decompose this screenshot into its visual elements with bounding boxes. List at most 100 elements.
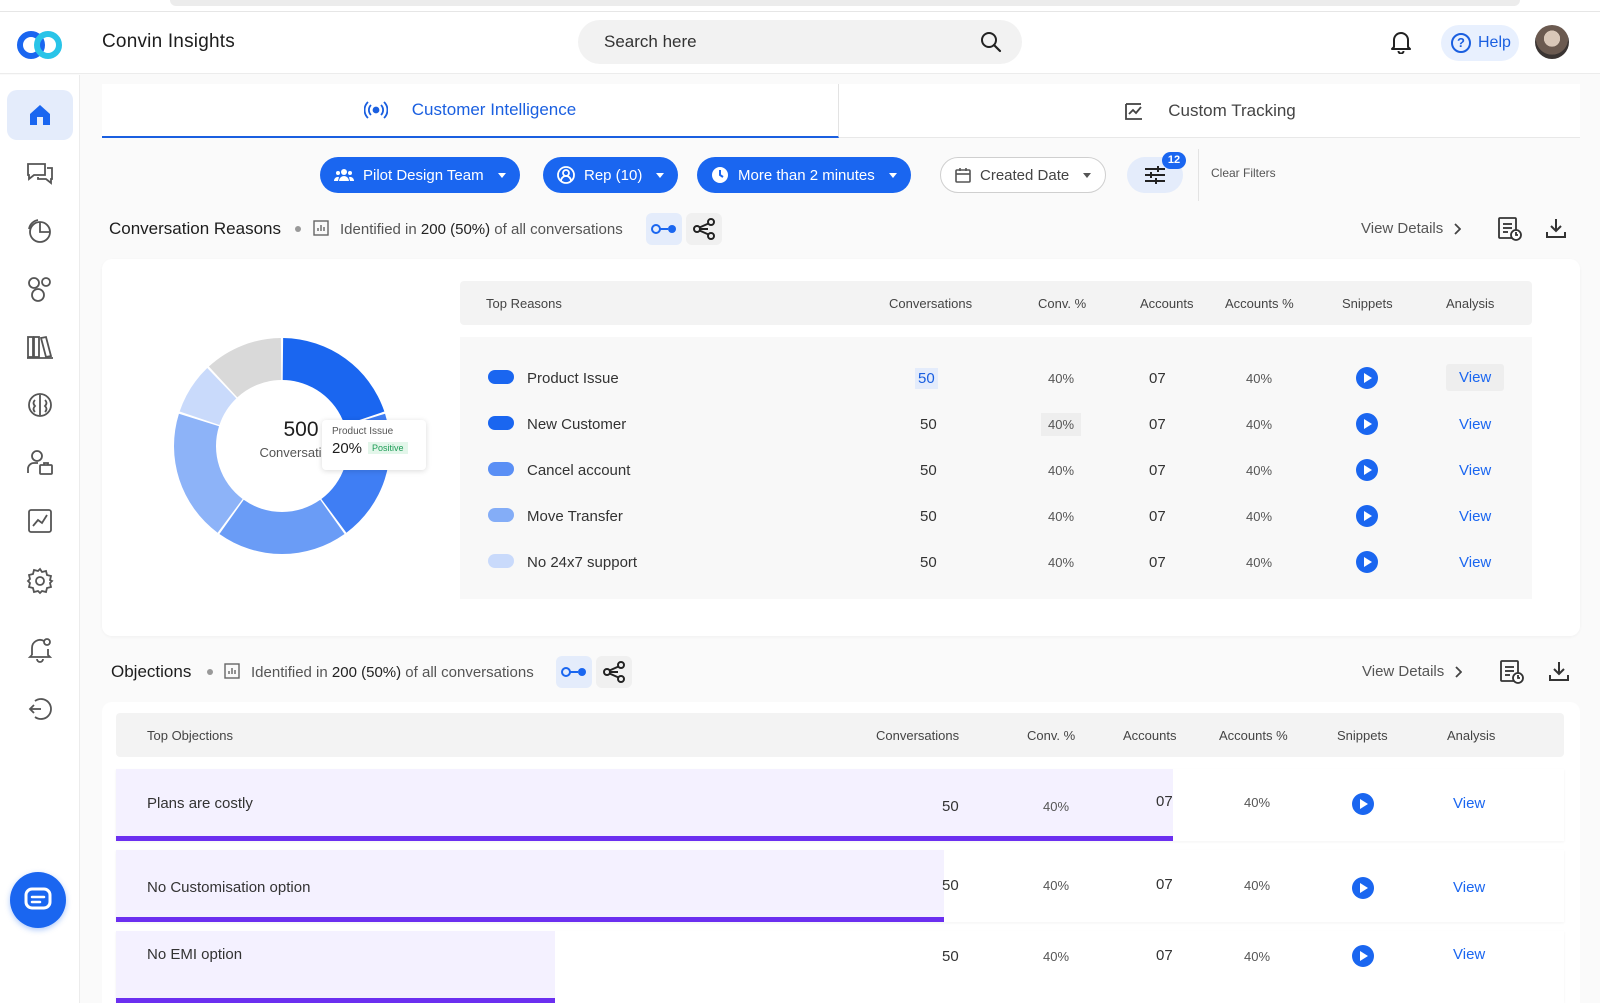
view-analysis-link[interactable]: View: [1459, 462, 1491, 479]
table-row[interactable]: Move Transfer 50 40% 07 40% View: [460, 502, 1532, 530]
view-analysis-link[interactable]: View: [1446, 364, 1505, 391]
play-snippet-icon[interactable]: [1352, 877, 1374, 899]
col-accounts[interactable]: Accounts: [1123, 728, 1176, 743]
play-snippet-icon[interactable]: [1356, 367, 1378, 389]
rep-filter[interactable]: Rep (10): [543, 157, 679, 193]
table-row[interactable]: No 24x7 support 50 40% 07 40% View: [460, 548, 1532, 576]
view-analysis-link[interactable]: View: [1459, 554, 1491, 571]
help-button[interactable]: ? Help: [1441, 25, 1519, 61]
sidebar-item-team[interactable]: [7, 438, 73, 488]
view-analysis-link[interactable]: View: [1459, 416, 1491, 433]
sentiment-badge: Positive: [368, 442, 408, 454]
play-snippet-icon[interactable]: [1356, 551, 1378, 573]
view-analysis-link[interactable]: View: [1453, 879, 1485, 896]
conversations-count[interactable]: 50: [942, 948, 959, 965]
conv-pct: 40%: [1043, 799, 1070, 814]
conversations-count[interactable]: 50: [920, 416, 937, 433]
conversations-count[interactable]: 50: [942, 798, 959, 815]
team-filter-label: Pilot Design Team: [363, 166, 484, 184]
tab-customer-intelligence[interactable]: Customer Intelligence: [102, 84, 839, 138]
view-analysis-link[interactable]: View: [1453, 795, 1485, 812]
col-conv-pct[interactable]: Conv. %: [1038, 296, 1086, 311]
play-snippet-icon[interactable]: [1352, 945, 1374, 967]
search-bar[interactable]: [578, 20, 1022, 64]
accounts-count: 07: [1156, 876, 1173, 893]
view-details-link[interactable]: View Details: [1362, 663, 1463, 680]
sidebar-item-settings[interactable]: [7, 556, 73, 606]
home-icon: [30, 105, 50, 125]
search-input[interactable]: [604, 20, 964, 64]
share-nodes-icon: [603, 661, 625, 683]
graph-view-toggle[interactable]: [686, 213, 722, 245]
bubbles-icon: [28, 277, 51, 302]
col-accounts-pct[interactable]: Accounts %: [1225, 296, 1294, 311]
stats-icon: [224, 663, 240, 684]
table-row[interactable]: Plans are costly 50 40% 07 40% View: [116, 769, 1564, 841]
conv-pct: 40%: [1048, 463, 1075, 478]
accounts-pct: 40%: [1246, 371, 1273, 386]
identified-count: 200 (50%): [420, 221, 491, 238]
date-filter-label: Created Date: [980, 166, 1070, 184]
play-snippet-icon[interactable]: [1356, 413, 1378, 435]
table-row[interactable]: Product Issue 50 40% 07 40% View: [460, 364, 1532, 392]
reasons-table-header: Top Reasons Conversations Conv. % Accoun…: [460, 281, 1532, 325]
donut-slice-cancel-account[interactable]: [219, 499, 345, 554]
donut-slice-move-transfer[interactable]: [174, 413, 243, 533]
conversations-count[interactable]: 50: [942, 877, 959, 894]
clear-filters-link[interactable]: Clear Filters: [1211, 166, 1276, 180]
col-accounts[interactable]: Accounts: [1140, 296, 1193, 311]
tooltip-value: 20%: [332, 440, 363, 457]
convin-logo[interactable]: [16, 30, 66, 60]
table-row[interactable]: No EMI option 50 40% 07 40% View: [116, 931, 1564, 1003]
table-row[interactable]: No Customisation option 50 40% 07 40% Vi…: [116, 850, 1564, 922]
donut-slice-product-issue[interactable]: [282, 338, 385, 425]
sidebar-item-ai[interactable]: [7, 380, 73, 430]
tab-custom-tracking[interactable]: Custom Tracking: [840, 84, 1580, 138]
sidebar-item-logout[interactable]: [7, 684, 73, 734]
download-icon[interactable]: [1544, 216, 1568, 245]
flow-view-toggle[interactable]: [646, 213, 682, 245]
accounts-count: 07: [1149, 370, 1166, 387]
view-analysis-link[interactable]: View: [1459, 508, 1491, 525]
play-snippet-icon[interactable]: [1356, 505, 1378, 527]
sidebar-item-topics[interactable]: [7, 264, 73, 314]
duration-filter[interactable]: More than 2 minutes: [697, 157, 911, 193]
accounts-count: 07: [1149, 462, 1166, 479]
conversations-count[interactable]: 50: [915, 368, 938, 389]
col-accounts-pct[interactable]: Accounts %: [1219, 728, 1288, 743]
view-analysis-link[interactable]: View: [1453, 946, 1485, 963]
sidebar-item-home[interactable]: [7, 90, 73, 140]
bell-icon[interactable]: [1390, 30, 1412, 59]
conversations-count[interactable]: 50: [920, 554, 937, 571]
settings-icon: [26, 567, 54, 595]
play-snippet-icon[interactable]: [1352, 793, 1374, 815]
col-conv-pct[interactable]: Conv. %: [1027, 728, 1075, 743]
reasons-header: Conversation Reasons Identified in 200 (…: [0, 213, 1600, 245]
report-schedule-icon[interactable]: [1497, 216, 1523, 247]
table-row[interactable]: Cancel account 50 40% 07 40% View: [460, 456, 1532, 484]
view-details-link[interactable]: View Details: [1361, 220, 1462, 237]
col-conversations[interactable]: Conversations: [889, 296, 972, 311]
sidebar-item-analytics[interactable]: [7, 496, 73, 546]
report-schedule-icon[interactable]: [1499, 659, 1525, 690]
accounts-count: 07: [1156, 947, 1173, 964]
conversations-count[interactable]: 50: [920, 462, 937, 479]
accounts-pct: 40%: [1246, 463, 1273, 478]
date-filter[interactable]: Created Date: [940, 157, 1107, 193]
download-icon[interactable]: [1547, 659, 1571, 688]
team-filter[interactable]: Pilot Design Team: [320, 157, 520, 193]
sidebar-item-library[interactable]: [7, 322, 73, 372]
section-title: Conversation Reasons: [109, 219, 281, 238]
search-icon[interactable]: [980, 31, 1002, 58]
chatbot-button[interactable]: [10, 872, 66, 928]
view-details-label: View Details: [1362, 663, 1445, 680]
table-row[interactable]: New Customer 50 40% 07 40% View: [460, 410, 1532, 438]
conversations-count[interactable]: 50: [920, 508, 937, 525]
accounts-pct: 40%: [1246, 509, 1273, 524]
graph-view-toggle[interactable]: [596, 656, 632, 688]
flow-view-toggle[interactable]: [556, 656, 592, 688]
play-snippet-icon[interactable]: [1356, 459, 1378, 481]
avatar[interactable]: [1535, 25, 1569, 59]
conv-pct: 40%: [1043, 949, 1070, 964]
col-conversations[interactable]: Conversations: [876, 728, 959, 743]
